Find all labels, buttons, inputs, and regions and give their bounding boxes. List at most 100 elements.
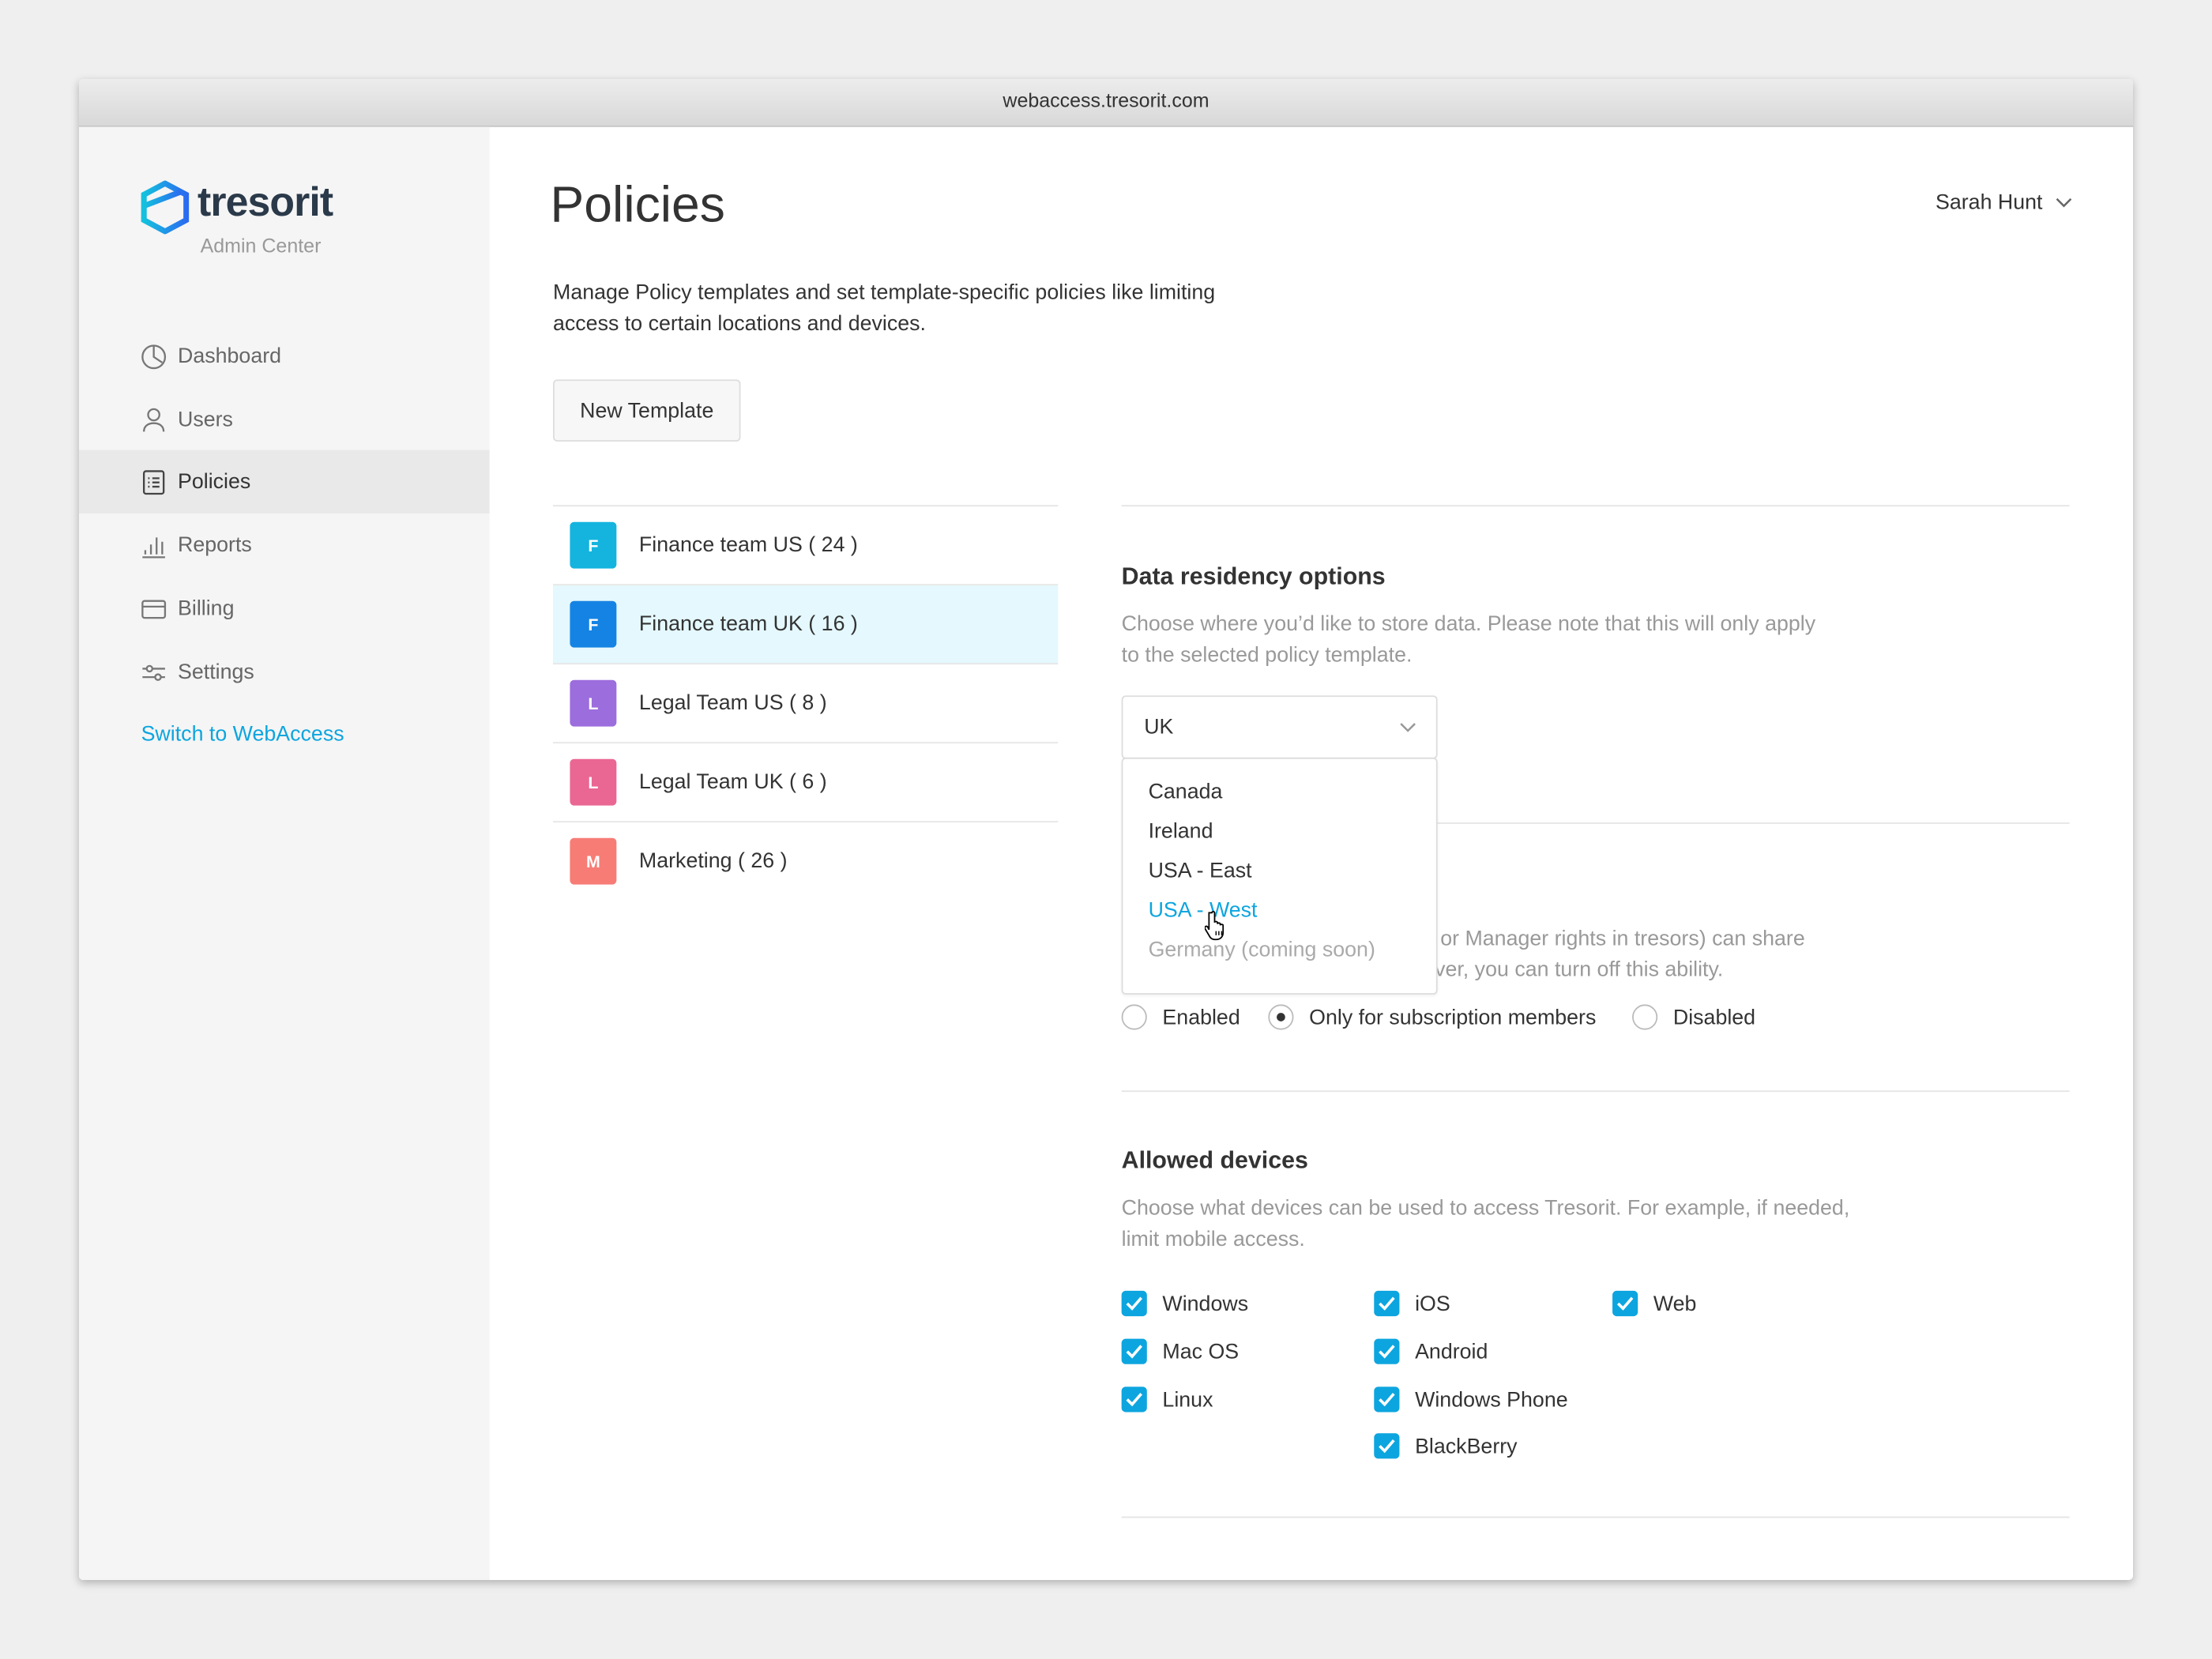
- residency-dropdown: Canada Ireland USA - East USA - West Ger…: [1121, 757, 1438, 995]
- divider: [1121, 505, 2070, 507]
- checkbox-label: Web: [1653, 1291, 1697, 1316]
- checkmark-icon: [1121, 1386, 1147, 1413]
- logo: [141, 180, 190, 242]
- browser-window: webaccess.tresorit.com tresorit Admin Ce…: [78, 78, 2133, 1580]
- checkbox-label: Linux: [1162, 1387, 1213, 1412]
- option-ireland[interactable]: Ireland: [1149, 819, 1213, 843]
- nav-label: Billing: [177, 596, 235, 621]
- template-label: Marketing ( 26 ): [638, 848, 788, 874]
- user-menu[interactable]: Sarah Hunt: [1936, 190, 2072, 214]
- divider: [1121, 1516, 2070, 1518]
- radio-circle-checked: [1268, 1004, 1294, 1030]
- checkbox-label: iOS: [1415, 1291, 1450, 1316]
- template-label: Legal Team US ( 8 ): [638, 690, 827, 716]
- sharing-description: or Manager rights in tresors) can share v…: [1435, 924, 1805, 987]
- template-avatar: M: [570, 837, 617, 885]
- template-avatar: L: [570, 758, 617, 806]
- devices-description: Choose what devices can be used to acces…: [1122, 1194, 1850, 1256]
- radio-disabled[interactable]: Disabled: [1632, 1004, 1755, 1030]
- radio-label: Only for subscription members: [1309, 1005, 1597, 1029]
- description-line: Choose what devices can be used to acces…: [1121, 1196, 1850, 1221]
- divider: [1435, 822, 2070, 824]
- checkbox-label: BlackBerry: [1415, 1434, 1518, 1458]
- description-line: access to certain locations and devices.: [552, 311, 926, 336]
- checkbox-label: Android: [1415, 1339, 1488, 1364]
- user-name: Sarah Hunt: [1935, 190, 2043, 215]
- option-usa-west-hovered[interactable]: USA - West: [1149, 898, 1258, 922]
- residency-select[interactable]: UK: [1121, 695, 1438, 759]
- chevron-down-icon: [1400, 722, 1416, 732]
- sidebar-item-settings[interactable]: Settings: [79, 641, 490, 704]
- chevron-down-icon: [2056, 198, 2072, 207]
- checkmark-icon: [1612, 1290, 1638, 1317]
- page-description: Manage Policy templates and set template…: [553, 278, 1215, 340]
- credit-card-icon: [141, 599, 167, 619]
- checkbox-label: Mac OS: [1162, 1339, 1240, 1364]
- checkbox-linux[interactable]: Linux: [1121, 1386, 1213, 1413]
- template-label: Finance team UK ( 16 ): [638, 611, 858, 637]
- hand-cursor-icon: [1204, 911, 1224, 941]
- sidebar: tresorit Admin Center Dashboard Users Po…: [78, 126, 490, 1580]
- template-row-selected[interactable]: F Finance team UK ( 16 ): [552, 585, 1059, 665]
- nav-label: Policies: [177, 469, 251, 494]
- option-canada[interactable]: Canada: [1149, 780, 1223, 803]
- nav-label: Reports: [177, 532, 252, 558]
- radio-subscription-members-selected[interactable]: Only for subscription members: [1268, 1004, 1597, 1030]
- checkbox-ios[interactable]: iOS: [1374, 1290, 1450, 1317]
- template-row[interactable]: L Legal Team US ( 8 ): [552, 664, 1059, 744]
- brand-name: tresorit: [197, 180, 333, 226]
- nav-label: Settings: [177, 660, 254, 685]
- new-template-button[interactable]: New Template: [552, 379, 741, 442]
- checkmark-icon: [1121, 1338, 1147, 1364]
- select-value: UK: [1144, 715, 1174, 739]
- option-germany-disabled: Germany (coming soon): [1148, 938, 1375, 962]
- checkbox-web[interactable]: Web: [1612, 1290, 1697, 1317]
- divider: [1121, 1090, 2070, 1093]
- bar-chart-icon: [142, 536, 165, 558]
- template-row[interactable]: M Marketing ( 26 ): [553, 822, 1058, 900]
- checkbox-windows-phone[interactable]: Windows Phone: [1374, 1386, 1568, 1413]
- sidebar-item-billing[interactable]: Billing: [79, 577, 490, 640]
- checkbox-label: Windows: [1162, 1291, 1249, 1316]
- residency-description: Choose where you’d like to store data. P…: [1122, 609, 1815, 672]
- checkbox-blackberry[interactable]: BlackBerry: [1374, 1433, 1518, 1459]
- browser-url: webaccess.tresorit.com: [78, 78, 2133, 127]
- template-avatar: F: [570, 600, 617, 648]
- switch-to-webaccess-link[interactable]: Switch to WebAccess: [141, 722, 344, 746]
- template-label: Finance team US ( 24 ): [638, 532, 858, 558]
- template-avatar: L: [570, 679, 617, 727]
- option-usa-east[interactable]: USA - East: [1149, 859, 1252, 882]
- devices-title: Allowed devices: [1121, 1146, 1308, 1174]
- description-line: Manage Policy templates and set template…: [552, 280, 1216, 305]
- checkbox-mac-os[interactable]: Mac OS: [1121, 1338, 1240, 1364]
- brand-subtitle: Admin Center: [200, 234, 322, 257]
- radio-circle: [1121, 1004, 1147, 1030]
- user-icon: [142, 407, 165, 431]
- residency-title: Data residency options: [1121, 562, 1386, 590]
- sidebar-item-dashboard[interactable]: Dashboard: [79, 325, 490, 388]
- radio-circle: [1632, 1004, 1658, 1030]
- description-line: or Manager rights in tresors) can share: [1440, 927, 1805, 951]
- pie-chart-icon: [141, 344, 167, 369]
- checkmark-icon: [1374, 1290, 1400, 1317]
- checkbox-android[interactable]: Android: [1374, 1338, 1488, 1364]
- checkmark-icon: [1374, 1386, 1400, 1413]
- description-line: Choose where you’d like to store data. P…: [1121, 611, 1816, 637]
- description-line: ver, you can turn off this ability.: [1435, 957, 1724, 982]
- sidebar-item-policies[interactable]: Policies: [78, 450, 490, 514]
- nav-label: Dashboard: [177, 344, 282, 369]
- sliders-icon: [142, 664, 165, 680]
- sidebar-item-reports[interactable]: Reports: [79, 514, 490, 577]
- template-avatar: F: [570, 521, 617, 569]
- radio-enabled[interactable]: Enabled: [1121, 1004, 1240, 1030]
- tresorit-logo-icon: [141, 180, 190, 235]
- checkmark-icon: [1121, 1290, 1147, 1317]
- checkmark-icon: [1374, 1433, 1400, 1459]
- description-line: to the selected policy template.: [1121, 643, 1413, 668]
- sidebar-item-users[interactable]: Users: [79, 388, 490, 451]
- checkbox-windows[interactable]: Windows: [1121, 1290, 1249, 1317]
- template-row[interactable]: F Finance team US ( 24 ): [552, 506, 1059, 586]
- template-row[interactable]: L Legal Team UK ( 6 ): [552, 743, 1059, 823]
- list-icon: [142, 469, 165, 495]
- template-label: Legal Team UK ( 6 ): [638, 769, 827, 795]
